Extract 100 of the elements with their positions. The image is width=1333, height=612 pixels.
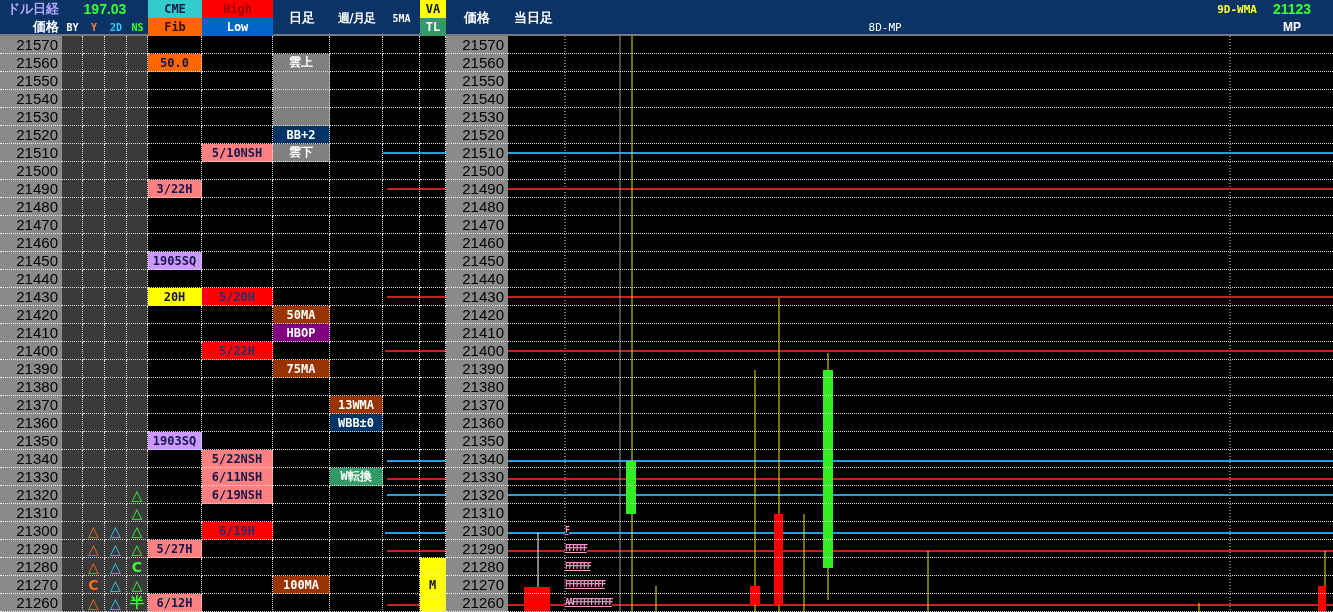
price-cell: 21550 <box>0 72 62 90</box>
market-profile-letters: FFFFFFF <box>565 562 591 571</box>
price-cell: 21300 <box>446 522 508 540</box>
high-low-tag: 6/11NSH <box>202 468 273 486</box>
price-cell: 21280 <box>446 558 508 576</box>
price-cell: 21450 <box>446 252 508 270</box>
price-cell: 21540 <box>0 90 62 108</box>
price-cell: 21260 <box>446 594 508 612</box>
price-cell: 21320 <box>446 486 508 504</box>
high-low-tag: 5/22H <box>202 342 273 360</box>
price-cell: 21410 <box>446 324 508 342</box>
fib-level-tag: 3/22H <box>148 180 202 198</box>
high-low-tag: 5/10NSH <box>202 144 273 162</box>
signal-mark: 半 <box>127 594 148 612</box>
weekly-indicator-tag: W転換 <box>330 468 383 486</box>
price-cell: 21270 <box>446 576 508 594</box>
signal-mark: △ <box>127 486 148 504</box>
column-header: NS <box>130 20 145 35</box>
column-header: 価格 <box>462 9 491 27</box>
market-profile-letters: AAFFFFFFFFFFF <box>565 598 612 607</box>
price-cell: 21340 <box>0 450 62 468</box>
signal-mark: △ <box>83 540 105 558</box>
high-low-tag: 6/19NSH <box>202 486 273 504</box>
weekly-indicator-tag: WBB±0 <box>330 414 383 432</box>
chart-label: 8D-MP <box>867 19 903 36</box>
price-cell: 21380 <box>446 378 508 396</box>
price-cell: 21560 <box>446 54 508 72</box>
price-cell: 21420 <box>0 306 62 324</box>
weekly-indicator-tag: 13WMA <box>330 396 383 414</box>
price-cell: 21370 <box>446 396 508 414</box>
price-cell: 21270 <box>0 576 62 594</box>
signal-mark: C <box>127 558 148 576</box>
price-cell: 21440 <box>0 270 62 288</box>
signal-mark: C <box>83 576 105 594</box>
price-cell: 21470 <box>0 216 62 234</box>
price-cell: 21560 <box>0 54 62 72</box>
high-low-tag: 5/22NSH <box>202 450 273 468</box>
column-header: 価格 <box>31 18 60 36</box>
price-cell: 21300 <box>0 522 62 540</box>
price-cell: 21350 <box>0 432 62 450</box>
column-header: Y <box>90 20 98 35</box>
price-cell: 21540 <box>446 90 508 108</box>
column-header: TL <box>420 18 446 36</box>
daily-indicator-tag: 50MA <box>273 306 330 324</box>
price-cell: 21290 <box>0 540 62 558</box>
price-cell: 21440 <box>446 270 508 288</box>
column-header: High <box>202 0 273 18</box>
column-header: VA <box>420 0 446 18</box>
instrument-title: ドル日経 <box>6 0 60 18</box>
column-header: BY <box>65 20 80 35</box>
daily-indicator-tag: 75MA <box>273 360 330 378</box>
signal-mark: △ <box>83 594 105 612</box>
price-cell: 21330 <box>446 468 508 486</box>
signal-mark: △ <box>105 576 127 594</box>
signal-mark: △ <box>105 522 127 540</box>
price-cell: 21500 <box>446 162 508 180</box>
price-cell: 21430 <box>446 288 508 306</box>
price-cell: 21510 <box>446 144 508 162</box>
price-cell: 21570 <box>0 36 62 54</box>
signal-mark: △ <box>105 540 127 558</box>
signal-mark: △ <box>127 504 148 522</box>
value-area-marker: M <box>420 576 446 594</box>
price-cell: 21430 <box>0 288 62 306</box>
daily-indicator-tag: BB+2 <box>273 126 330 144</box>
price-cell: 21400 <box>0 342 62 360</box>
signal-mark: △ <box>83 522 105 540</box>
column-header: 日足 <box>287 9 316 27</box>
price-cell: 21510 <box>0 144 62 162</box>
price-cell: 21490 <box>446 180 508 198</box>
chart-label: 9D-WMA <box>1217 1 1257 18</box>
fib-level-tag: 6/12H <box>148 594 202 612</box>
price-cell: 21530 <box>0 108 62 126</box>
price-cell: 21470 <box>446 216 508 234</box>
price-cell: 21350 <box>446 432 508 450</box>
market-profile-letters: FFFFFF <box>565 544 587 553</box>
price-cell: 21310 <box>446 504 508 522</box>
exchange-rate: 197.03 <box>82 0 128 18</box>
price-cell: 21360 <box>446 414 508 432</box>
price-cell: 21380 <box>0 378 62 396</box>
price-cell: 21480 <box>0 198 62 216</box>
column-header: 週/月足 <box>337 9 377 27</box>
price-cell: 21260 <box>0 594 62 612</box>
market-profile-letters: F <box>565 526 569 535</box>
price-cell: 21460 <box>446 234 508 252</box>
price-cell: 21460 <box>0 234 62 252</box>
price-cell: 21410 <box>0 324 62 342</box>
chart-label: MP <box>1282 19 1302 36</box>
mp-value: 21123 <box>1271 0 1313 18</box>
high-low-tag: 6/19H <box>202 522 273 540</box>
price-cell: 21310 <box>0 504 62 522</box>
column-header: CME <box>148 0 202 18</box>
price-cell: 21320 <box>0 486 62 504</box>
price-cell: 21530 <box>446 108 508 126</box>
fib-level-tag: 1903SQ <box>148 432 202 450</box>
signal-mark: △ <box>127 576 148 594</box>
signal-mark: △ <box>127 540 148 558</box>
column-header: 5MA <box>391 11 412 26</box>
signal-mark: △ <box>105 594 127 612</box>
price-cell: 21520 <box>446 126 508 144</box>
daily-indicator-tag: 100MA <box>273 576 330 594</box>
